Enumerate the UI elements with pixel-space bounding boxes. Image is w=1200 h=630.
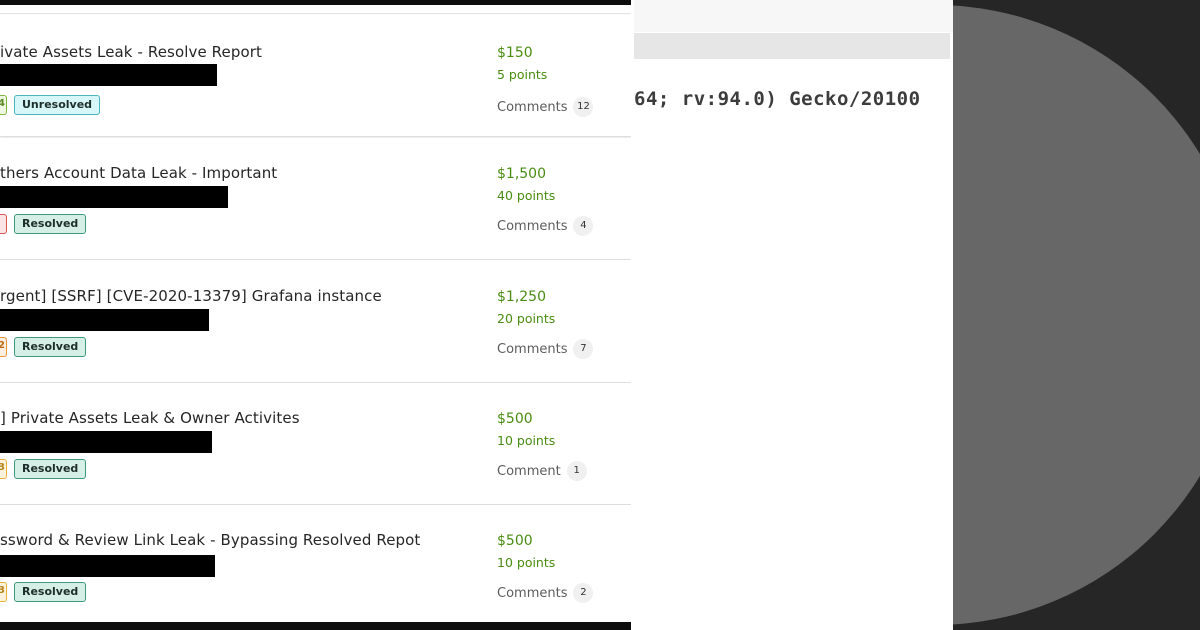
report-row[interactable]: ] Private Assets Leak & Owner Activites … bbox=[0, 383, 631, 505]
report-title[interactable]: thers Account Data Leak - Important bbox=[0, 164, 277, 182]
comments-link[interactable]: Comments 2 bbox=[497, 583, 594, 603]
zoomed-terminal-snippet: 64; rv:94.0) Gecko/20100 bbox=[631, 0, 953, 630]
severity-tag: 4 bbox=[0, 95, 7, 115]
redacted-bar bbox=[0, 186, 228, 208]
comments-count-badge: 2 bbox=[573, 583, 594, 603]
severity-tag-text: 3 bbox=[0, 585, 5, 596]
redacted-bar bbox=[0, 555, 215, 577]
comments-count-badge: 12 bbox=[573, 97, 594, 117]
bottom-divider-bar bbox=[0, 622, 631, 630]
severity-tag bbox=[0, 214, 7, 234]
severity-tag: 3 bbox=[0, 459, 7, 479]
severity-tag-text: 3 bbox=[0, 462, 5, 473]
severity-tag: 3 bbox=[0, 582, 7, 602]
comments-count-badge: 1 bbox=[566, 461, 587, 481]
reputation-points: 5 points bbox=[497, 67, 548, 82]
bounty-amount: $500 bbox=[497, 533, 533, 549]
severity-tag: 2 bbox=[0, 337, 7, 357]
report-list-panel: ivate Assets Leak - Resolve Report 4 Unr… bbox=[0, 0, 631, 630]
comments-count-badge: 7 bbox=[573, 339, 594, 359]
severity-tag-text: 2 bbox=[0, 340, 5, 351]
user-agent-text: 64; rv:94.0) Gecko/20100 bbox=[634, 88, 921, 110]
reputation-points: 10 points bbox=[497, 555, 556, 570]
comments-label: Comments bbox=[497, 218, 568, 234]
status-badge: Resolved bbox=[14, 214, 87, 234]
comments-label: Comments bbox=[497, 585, 568, 601]
status-badge: Unresolved bbox=[14, 95, 101, 115]
report-title[interactable]: ssword & Review Link Leak - Bypassing Re… bbox=[0, 531, 420, 549]
decorative-circle bbox=[953, 5, 1200, 625]
top-divider-line bbox=[0, 13, 631, 14]
decorative-background bbox=[953, 0, 1200, 630]
bounty-amount: $150 bbox=[497, 45, 533, 61]
redacted-bar bbox=[0, 309, 209, 331]
redacted-bar bbox=[0, 431, 212, 453]
comments-link[interactable]: Comments 7 bbox=[497, 339, 594, 359]
comments-label: Comments bbox=[497, 341, 568, 357]
severity-tag-text: 4 bbox=[0, 98, 5, 109]
report-title[interactable]: ivate Assets Leak - Resolve Report bbox=[0, 43, 262, 61]
status-badge: Resolved bbox=[14, 337, 87, 357]
terminal-title-bar bbox=[634, 33, 950, 59]
report-title[interactable]: rgent] [SSRF] [CVE-2020-13379] Grafana i… bbox=[0, 287, 382, 305]
report-row[interactable]: rgent] [SSRF] [CVE-2020-13379] Grafana i… bbox=[0, 261, 631, 383]
status-badge: Resolved bbox=[14, 582, 87, 602]
comments-count-badge: 4 bbox=[573, 216, 594, 236]
bounty-amount: $500 bbox=[497, 411, 533, 427]
comments-label: Comments bbox=[497, 99, 568, 115]
report-title[interactable]: ] Private Assets Leak & Owner Activites bbox=[0, 409, 300, 427]
report-row[interactable]: thers Account Data Leak - Important Reso… bbox=[0, 138, 631, 260]
reputation-points: 40 points bbox=[497, 188, 556, 203]
bounty-amount: $1,250 bbox=[497, 289, 546, 305]
top-divider-bar bbox=[0, 0, 631, 5]
reputation-points: 20 points bbox=[497, 311, 556, 326]
comments-link[interactable]: Comments 4 bbox=[497, 216, 594, 236]
comments-link[interactable]: Comment 1 bbox=[497, 461, 587, 481]
terminal-header-area bbox=[634, 0, 953, 32]
report-row[interactable]: ivate Assets Leak - Resolve Report 4 Unr… bbox=[0, 15, 631, 137]
redacted-bar bbox=[0, 64, 217, 86]
status-badge: Resolved bbox=[14, 459, 87, 479]
comments-link[interactable]: Comments 12 bbox=[497, 97, 594, 117]
reputation-points: 10 points bbox=[497, 433, 556, 448]
report-row[interactable]: ssword & Review Link Leak - Bypassing Re… bbox=[0, 505, 631, 627]
bounty-amount: $1,500 bbox=[497, 166, 546, 182]
comments-label: Comment bbox=[497, 463, 561, 479]
